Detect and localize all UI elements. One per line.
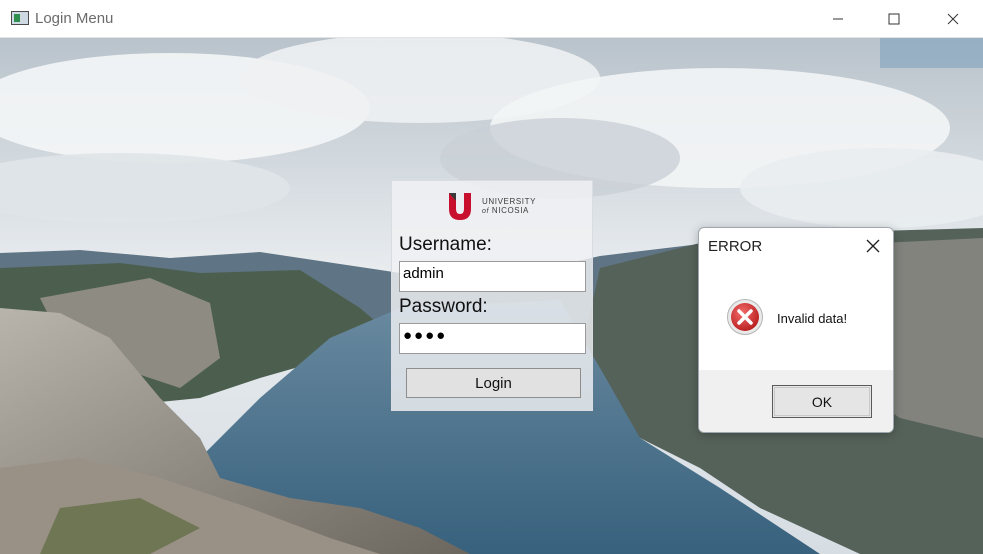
close-icon: [947, 13, 959, 25]
ok-button[interactable]: OK: [772, 385, 872, 418]
username-label: Username:: [399, 234, 492, 255]
login-panel: UNIVERSITY of NICOSIA Username: admin Pa…: [391, 180, 593, 411]
maximize-button[interactable]: [870, 0, 918, 38]
app-window-icon: [11, 11, 29, 25]
minimize-icon: [833, 18, 843, 20]
dialog-title: ERROR: [708, 238, 763, 255]
dialog-close-button[interactable]: [859, 234, 887, 258]
logo-nicosia: NICOSIA: [491, 206, 529, 215]
login-button[interactable]: Login: [406, 368, 581, 398]
password-label: Password:: [399, 296, 488, 317]
error-icon: [727, 299, 763, 335]
minimize-button[interactable]: [814, 0, 862, 38]
close-window-button[interactable]: [929, 0, 977, 38]
dialog-message: Invalid data!: [777, 311, 848, 326]
username-field[interactable]: admin: [399, 261, 586, 292]
logo-line-nicosia: of NICOSIA: [482, 206, 536, 216]
university-logo-icon: [449, 193, 471, 220]
window-titlebar: Login Menu: [0, 0, 983, 38]
error-dialog: ERROR Invalid data! OK: [698, 227, 894, 433]
university-logo-text: UNIVERSITY of NICOSIA: [482, 197, 536, 216]
logo-of: of: [482, 208, 490, 215]
logo-line-university: UNIVERSITY: [482, 197, 537, 206]
maximize-icon: [888, 13, 900, 25]
close-icon: [866, 239, 880, 253]
window-title: Login Menu: [35, 10, 114, 27]
password-field[interactable]: ●●●●: [399, 323, 586, 354]
